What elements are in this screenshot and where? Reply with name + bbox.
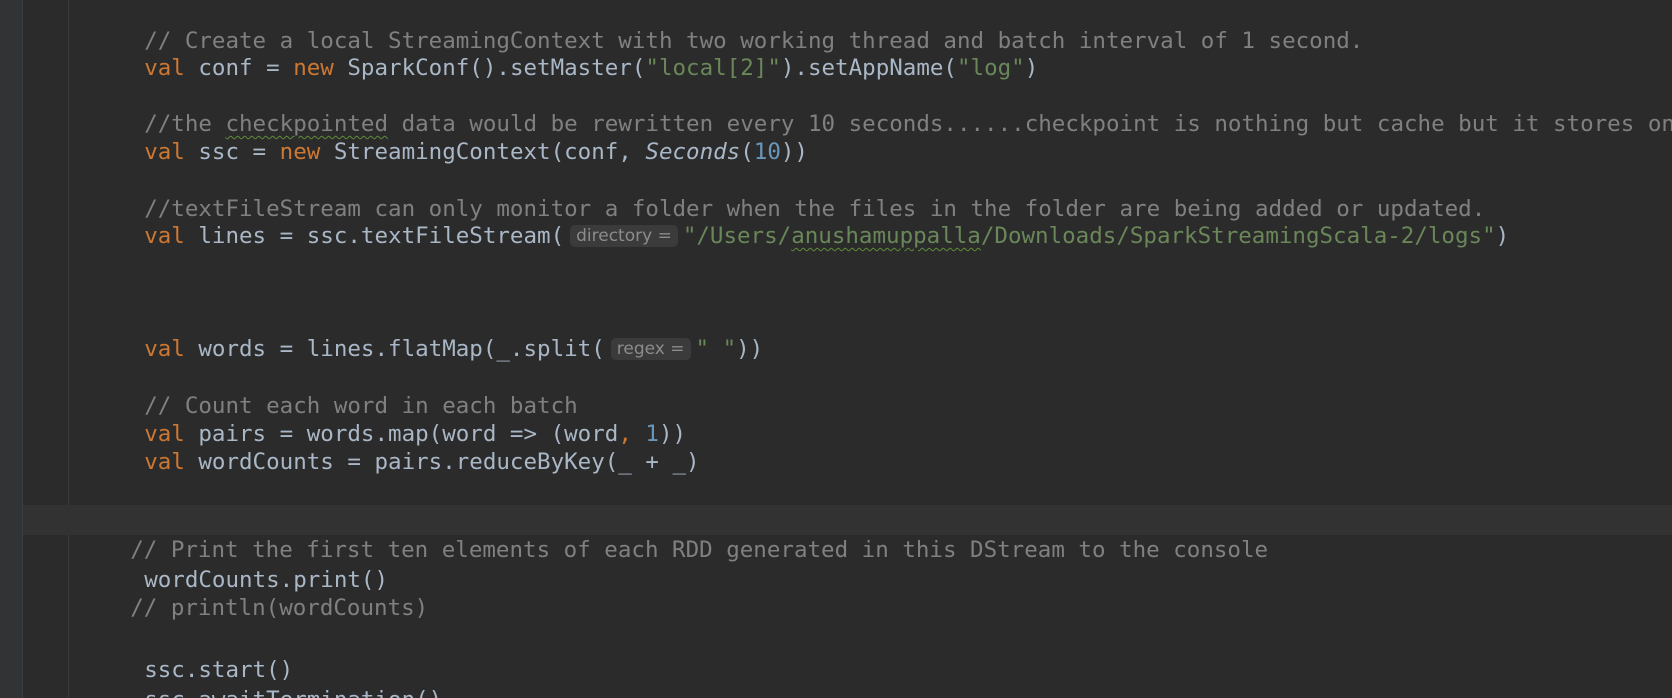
string-literal: "log" <box>956 55 1025 81</box>
keyword: val <box>144 55 185 81</box>
code-text: ( <box>740 139 754 165</box>
code-text: ) <box>1495 223 1510 249</box>
code-text: StreamingContext(conf, <box>320 139 646 165</box>
code-text: lines = ssc.textFileStream( <box>184 223 565 249</box>
code-editor[interactable]: // Create a local StreamingContext with … <box>0 0 1672 698</box>
code-text: wordCounts = pairs.reduceByKey(_ + _) <box>184 449 700 475</box>
keyword: val <box>144 449 185 475</box>
keyword: val <box>144 336 185 362</box>
code-line-11[interactable]: // Print the first ten elements of each … <box>76 505 1268 563</box>
code-line-9[interactable]: val pairs = words.map(word => (word, 1)) <box>90 389 686 447</box>
code-line-7[interactable]: val words = lines.flatMap(_.split(regex … <box>90 304 763 362</box>
code-text: words = lines.flatMap(_.split( <box>184 336 605 362</box>
code-text: ssc = <box>184 139 280 165</box>
code-text: ) <box>1024 55 1039 81</box>
code-line-15[interactable]: ssc.awaitTermination() <box>90 655 442 698</box>
italic-method: Seconds <box>645 139 741 165</box>
number-literal: 10 <box>753 139 781 165</box>
keyword: val <box>144 223 185 249</box>
code-line-10[interactable]: val wordCounts = pairs.reduceByKey(_ + _… <box>90 417 699 475</box>
code-line-4[interactable]: val ssc = new StreamingContext(conf, Sec… <box>90 107 808 165</box>
indent-guide <box>68 0 69 698</box>
code-line-14[interactable]: ssc.start() <box>90 625 293 683</box>
keyword: val <box>144 139 185 165</box>
editor-gutter[interactable] <box>0 0 23 698</box>
code-line-6[interactable]: val lines = ssc.textFileStream(directory… <box>90 191 1509 249</box>
code-line-13[interactable]: // println(wordCounts) <box>76 563 428 621</box>
code-line-2[interactable]: val conf = new SparkConf().setMaster("lo… <box>90 23 1038 81</box>
parameter-hint-directory: directory = <box>570 225 678 247</box>
string-literal: "/Users/ <box>682 223 792 249</box>
code-text: SparkConf().setMaster( <box>333 55 646 81</box>
code-line-12[interactable]: wordCounts.print() <box>90 535 388 593</box>
keyword: new <box>293 55 334 81</box>
comment: // println(wordCounts) <box>130 595 429 621</box>
code-line-8[interactable]: // Count each word in each batch <box>90 361 577 419</box>
parameter-hint-regex: regex = <box>610 338 691 360</box>
string-literal: /Downloads/SparkStreamingScala-2/logs" <box>980 223 1496 249</box>
code-line-5[interactable]: //textFileStream can only monitor a fold… <box>90 164 1485 222</box>
spelling-warning[interactable]: anushamuppalla <box>791 223 981 249</box>
code-text: )) <box>780 139 808 165</box>
code-text: conf = <box>184 55 294 81</box>
code-text: )) <box>736 336 764 362</box>
code-line-3[interactable]: //the checkpointed data would be rewritt… <box>90 79 1672 137</box>
code-text: ssc.awaitTermination() <box>144 687 442 698</box>
string-literal: "local[2]" <box>645 55 781 81</box>
string-literal: " " <box>695 336 737 362</box>
keyword: new <box>279 139 321 165</box>
code-text: ).setAppName( <box>780 55 957 81</box>
